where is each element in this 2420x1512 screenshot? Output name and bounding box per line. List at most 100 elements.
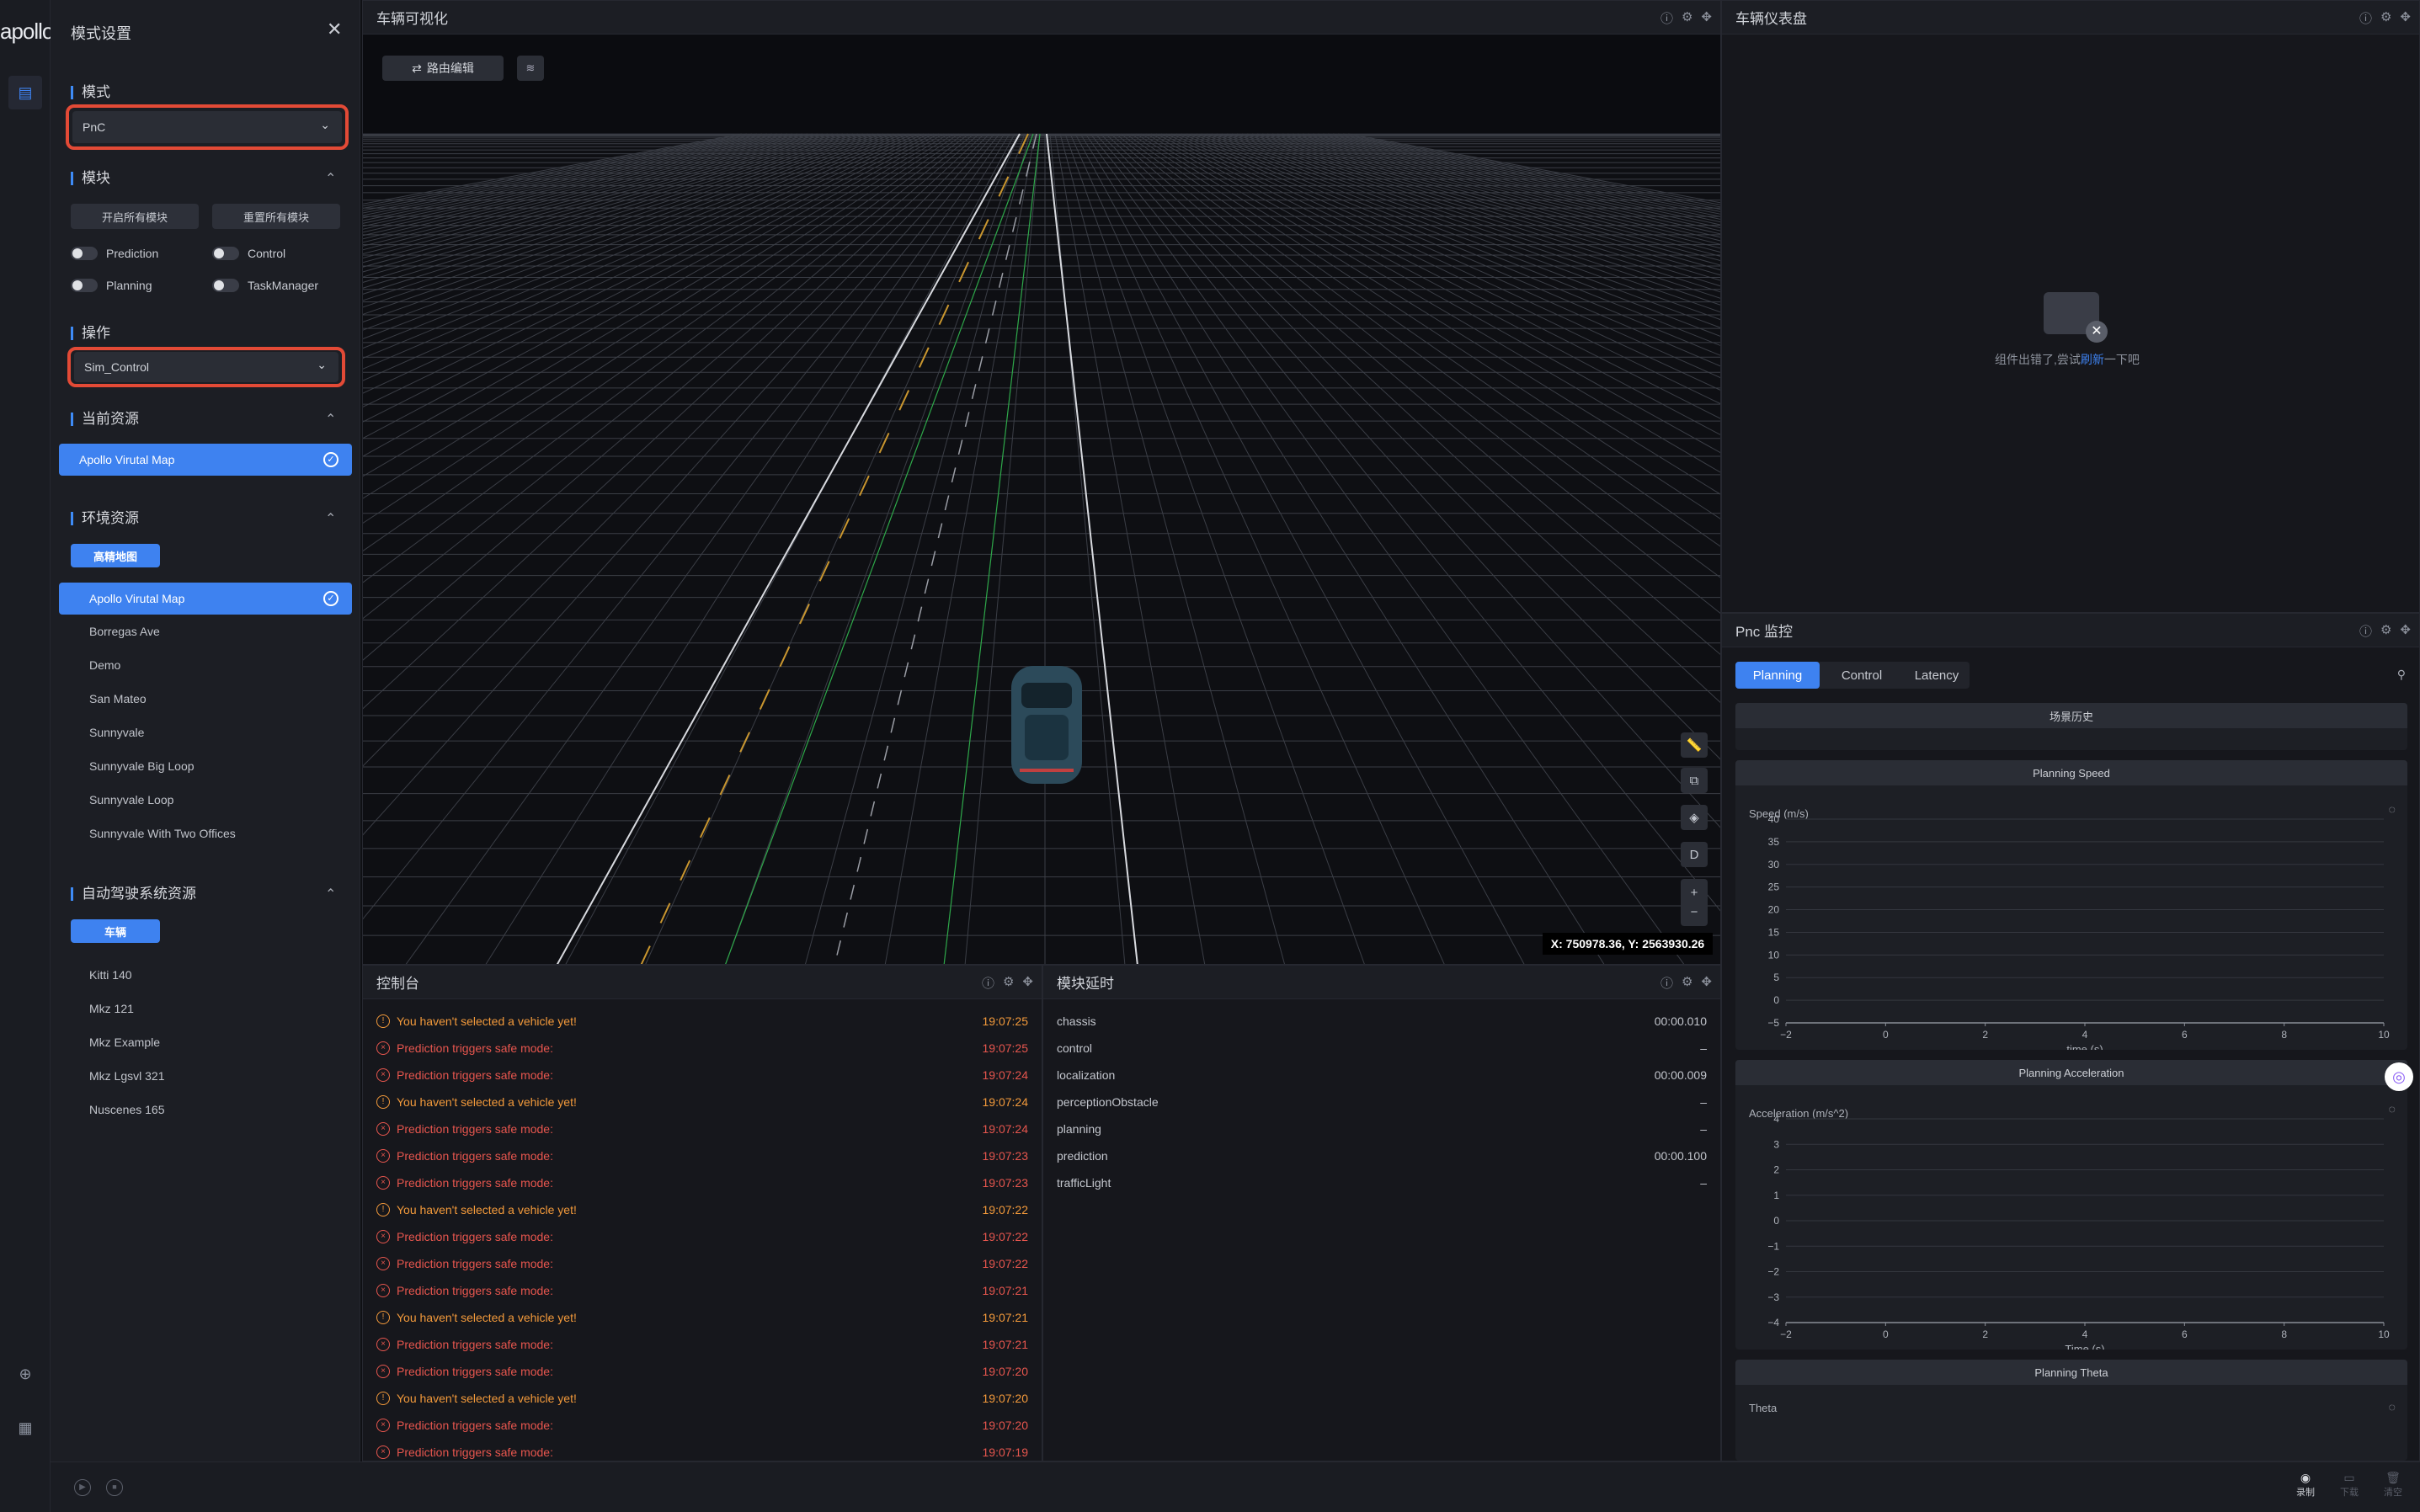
route-edit-button[interactable]: ⇄ 路由编辑 (382, 56, 504, 81)
prediction-toggle[interactable] (71, 247, 98, 260)
x-axis-label: Time (s) (2065, 1343, 2104, 1350)
record-button[interactable]: ◉ 录制 (2289, 1471, 2322, 1499)
tab-control[interactable]: Control (1820, 662, 1904, 689)
viz-title: 车辆可视化 (376, 11, 448, 27)
move-icon[interactable]: ✥ (2400, 9, 2411, 27)
current-resource-item[interactable]: Apollo Virutal Map ✓ (59, 444, 352, 476)
pnc-title: Pnc 监控 (1735, 624, 1794, 640)
vehicle-visualization-panel: 车辆可视化 ⓘ ⚙ ✥ (362, 0, 1721, 965)
map-item[interactable]: Borregas Ave (89, 625, 160, 638)
refresh-icon[interactable]: ◌ (2389, 1400, 2396, 1414)
latency-row: chassis 00:00.010 (1057, 1008, 1707, 1035)
tab-planning[interactable]: Planning (1735, 662, 1820, 689)
zoom-control[interactable]: + − (1681, 879, 1708, 926)
zoom-in-icon[interactable]: + (1691, 886, 1698, 900)
map-item[interactable]: San Mateo (89, 692, 147, 705)
chevron-up-icon[interactable]: ⌃ (325, 886, 336, 902)
x-tick-label: −2 (1780, 1328, 1792, 1340)
vehicle-tab[interactable]: 车辆 (71, 919, 160, 943)
console-row: ! You haven't selected a vehicle yet! 19:0… (363, 1385, 1042, 1412)
console-row: × Prediction triggers safe mode: 19:07:24 (363, 1115, 1042, 1142)
taskmanager-toggle[interactable] (212, 279, 239, 292)
gear-icon[interactable]: ⚙ (1682, 974, 1692, 992)
chevron-up-icon[interactable]: ⌃ (325, 411, 336, 428)
gear-icon[interactable]: ⚙ (2380, 622, 2391, 640)
latency-module-name: chassis (1057, 1014, 1096, 1028)
filter-icon[interactable]: ⚲ (2397, 668, 2406, 682)
document-icon[interactable]: ▤ (8, 76, 42, 109)
help-icon[interactable]: ⓘ (1660, 9, 1673, 27)
map-item[interactable]: Demo (89, 658, 120, 672)
stop-icon[interactable]: ■ (106, 1479, 123, 1496)
help-icon[interactable]: ⓘ (2359, 9, 2372, 27)
move-icon[interactable]: ✥ (2400, 622, 2411, 640)
clear-button[interactable]: 🗑 清空 (2376, 1471, 2410, 1499)
play-icon[interactable]: ▶ (74, 1479, 91, 1496)
help-icon[interactable]: ⓘ (2359, 622, 2372, 640)
y-tick-label: −4 (1767, 1317, 1779, 1328)
gear-icon[interactable]: ⚙ (1682, 9, 1692, 27)
map-item[interactable]: Sunnyvale Big Loop (89, 759, 195, 773)
y-tick-label: 0 (1773, 1215, 1779, 1227)
move-icon[interactable]: ✥ (1701, 974, 1712, 992)
zoom-out-icon[interactable]: − (1691, 905, 1698, 919)
y-tick-label: −2 (1767, 1266, 1779, 1278)
warning-icon: ! (376, 1014, 390, 1028)
current-resource-name: Apollo Virutal Map (79, 453, 175, 466)
chevron-up-icon[interactable]: ⌃ (325, 170, 336, 187)
map-item-selected[interactable]: Apollo Virutal Map ✓ (59, 583, 352, 615)
vehicle-item[interactable]: Mkz 121 (89, 1002, 134, 1015)
3d-scene[interactable] (363, 35, 1721, 965)
vehicle-item[interactable]: Nuscenes 165 (89, 1103, 165, 1116)
x-tick-label: 8 (2281, 1328, 2287, 1340)
sky (363, 35, 1720, 134)
refresh-link[interactable]: 刷新 (2081, 353, 2104, 366)
view-d-button[interactable]: D (1681, 842, 1708, 867)
vehicle-item[interactable]: Kitti 140 (89, 968, 132, 982)
operation-select[interactable]: Sim_Control ⌄ (74, 352, 338, 382)
move-icon[interactable]: ✥ (1022, 974, 1033, 992)
error-icon: × (376, 1257, 390, 1270)
add-circle-icon[interactable]: ⊕ (8, 1357, 42, 1391)
map-item[interactable]: Sunnyvale (89, 726, 144, 739)
tab-latency[interactable]: Latency (1904, 662, 1970, 689)
move-icon[interactable]: ✥ (1701, 9, 1712, 27)
control-toggle[interactable] (212, 247, 239, 260)
env-resource-label: 环境资源 (71, 511, 139, 525)
hd-map-tab[interactable]: 高精地图 (71, 544, 160, 567)
console-message: Prediction triggers safe mode: (397, 1068, 553, 1082)
grid-icon[interactable]: ▦ (8, 1411, 42, 1445)
map-item[interactable]: Sunnyvale With Two Offices (89, 827, 236, 840)
latency-row: control – (1057, 1035, 1707, 1062)
ruler-icon[interactable]: 📏 (1681, 732, 1708, 758)
x-axis-label: time (s) (2066, 1043, 2103, 1050)
planning-label: Planning (106, 279, 152, 292)
gear-icon[interactable]: ⚙ (1003, 974, 1014, 992)
vehicle-item[interactable]: Mkz Example (89, 1036, 160, 1049)
help-icon[interactable]: ⓘ (982, 974, 994, 992)
console-message: Prediction triggers safe mode: (397, 1419, 553, 1432)
console-row: × Prediction triggers safe mode: 19:07:23 (363, 1142, 1042, 1169)
dashboard-title: 车辆仪表盘 (1735, 11, 1807, 27)
reset-all-modules-button[interactable]: 重置所有模块 (212, 204, 340, 229)
vehicle-item[interactable]: Mkz Lgsvl 321 (89, 1069, 164, 1083)
chevron-up-icon[interactable]: ⌃ (325, 510, 336, 527)
copy-icon[interactable]: ⧉ (1681, 768, 1708, 793)
warning-icon: ! (376, 1095, 390, 1109)
mode-select[interactable]: PnC ⌄ (72, 111, 342, 143)
layers-icon[interactable]: ≋ (517, 56, 544, 81)
route-icon: ⇄ (412, 61, 422, 75)
enable-all-modules-button[interactable]: 开启所有模块 (71, 204, 199, 229)
close-icon[interactable]: ✕ (327, 19, 342, 40)
planning-toggle[interactable] (71, 279, 98, 292)
mode-settings-panel: 模式设置 ✕ 模式 PnC ⌄ 模块 ⌃ 开启所有模块 重置所有模块 Predi… (51, 0, 360, 1461)
download-button[interactable]: ▭ 下载 (2332, 1471, 2366, 1499)
gear-icon[interactable]: ⚙ (2380, 9, 2391, 27)
console-message: Prediction triggers safe mode: (397, 1445, 553, 1459)
help-icon[interactable]: ⓘ (1660, 974, 1673, 992)
assistant-float-icon[interactable]: ◎ (2385, 1062, 2413, 1091)
console-time: 19:07:22 (982, 1203, 1029, 1217)
map-item[interactable]: Sunnyvale Loop (89, 793, 173, 807)
latency-row: perceptionObstacle – (1057, 1089, 1707, 1115)
cube-icon[interactable]: ◈ (1681, 805, 1708, 830)
